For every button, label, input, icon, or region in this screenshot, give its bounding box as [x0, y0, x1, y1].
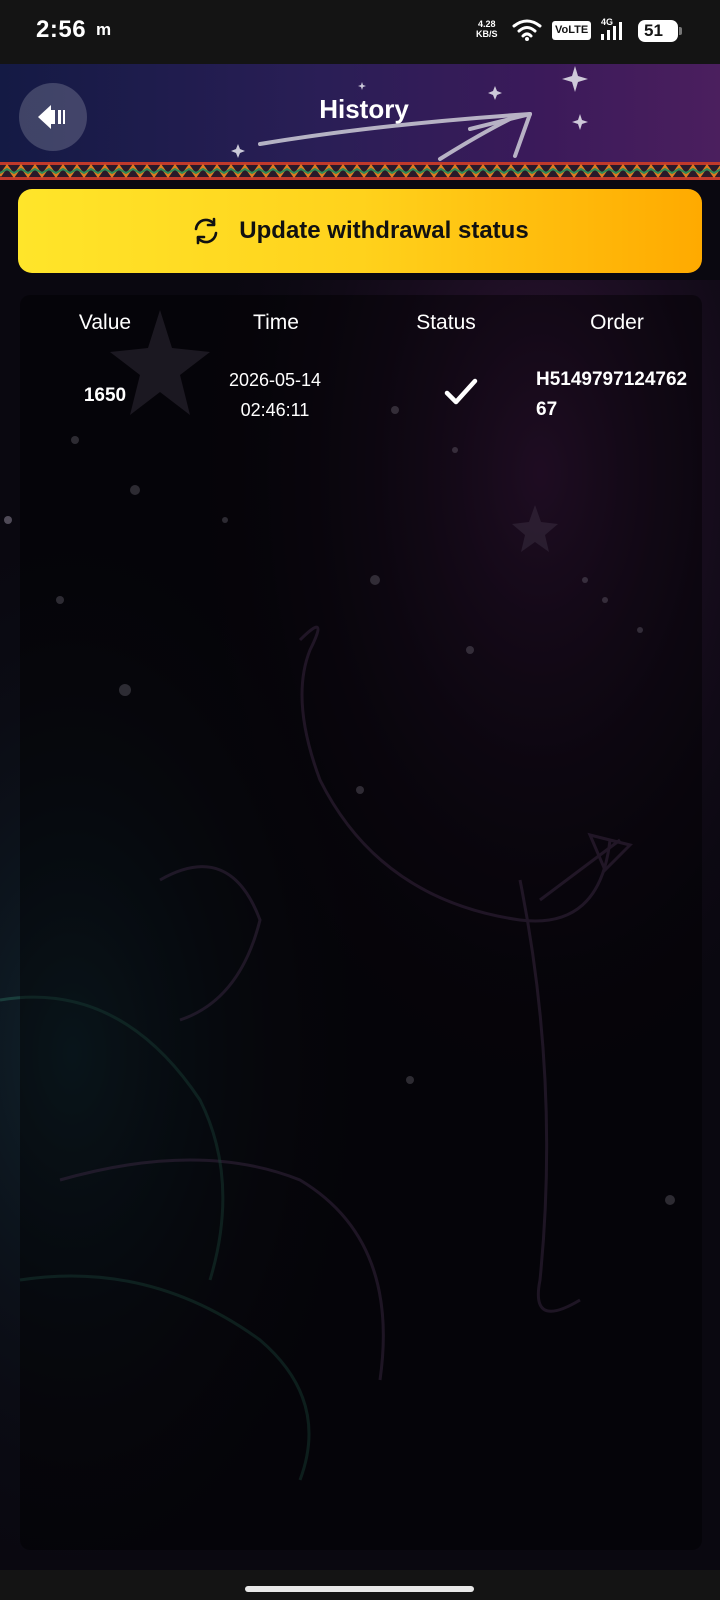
network-speed-unit: KB/S: [476, 29, 498, 39]
column-header-value: Value: [78, 311, 132, 334]
checkmark-icon: [444, 378, 478, 405]
screen: 2:56 m 4.28 KB/S VoLTE 4G 51 History Upd…: [0, 0, 720, 1600]
row-order-id: H514979712476267: [536, 369, 688, 420]
volte-badge: VoLTE: [552, 21, 592, 40]
home-indicator[interactable]: [245, 1586, 474, 1592]
network-speed-value: 4.28: [477, 19, 496, 29]
status-time: 2:56: [36, 16, 87, 43]
network-speed: 4.28 KB/S: [476, 19, 498, 39]
refresh-icon: [194, 217, 218, 245]
wifi-icon: [512, 19, 542, 41]
navigation-bar: [0, 1570, 720, 1600]
row-date-text: 2026-05-14: [228, 370, 322, 390]
row-value: 1650: [83, 385, 127, 406]
table-row[interactable]: 1650 2026-05-14 02:46:11 H51497971247626…: [20, 365, 702, 435]
decorative-border: [0, 162, 720, 180]
history-table: Value Time Status Order 1650 2026-05-14 …: [20, 295, 702, 1550]
row-time-text: 02:46:11: [240, 400, 310, 420]
row-status: [376, 377, 546, 413]
notification-icon: m: [96, 20, 112, 39]
column-header-order: Order: [590, 311, 644, 334]
battery-icon: 51: [638, 20, 682, 42]
row-time: 2026-05-14 02:46:11: [190, 365, 360, 425]
signal-icon: [601, 22, 622, 40]
page-title: History: [319, 94, 409, 124]
table-header: Value Time Status Order: [20, 311, 702, 351]
column-header-status: Status: [416, 311, 476, 334]
status-bar: 2:56 m 4.28 KB/S VoLTE 4G 51: [0, 0, 720, 64]
column-header-time: Time: [253, 311, 299, 334]
update-button-label: Update withdrawal status: [239, 217, 529, 244]
header: History: [0, 64, 720, 164]
update-withdrawal-status-button[interactable]: Update withdrawal status: [18, 189, 702, 273]
